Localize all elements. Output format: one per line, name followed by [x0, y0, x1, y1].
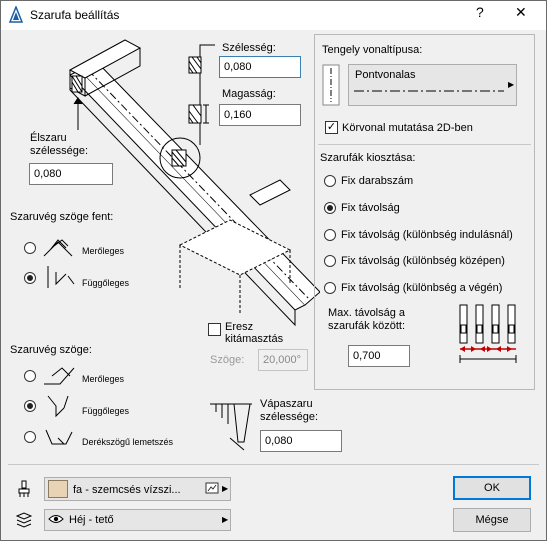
- angle-top-label: Szaruvég szöge fent:: [10, 211, 114, 223]
- max-distance-label-1: Max. távolság a: [328, 307, 406, 319]
- overhang-checkbox[interactable]: [208, 323, 221, 336]
- dist-diff-start-label: Fix távolság (különbség indulásnál): [341, 229, 513, 241]
- width-label: Szélesség:: [222, 42, 276, 54]
- vertical-top-icon: [47, 266, 75, 288]
- height-icon: [188, 104, 209, 124]
- angle-bottom-vertical-label: Függőleges: [82, 406, 130, 416]
- cancel-button[interactable]: Mégse: [453, 508, 531, 532]
- eaves-width-input[interactable]: [29, 163, 113, 185]
- angle-top-perpendicular-radio[interactable]: [24, 242, 36, 254]
- max-distance-label-2: szarufák között:: [328, 320, 406, 332]
- material-swatch: [48, 480, 68, 498]
- dist-fixed-distance-radio[interactable]: [324, 202, 336, 214]
- valley-width-label-1: Vápaszaru: [260, 398, 313, 410]
- overhang-angle-input[interactable]: [258, 349, 308, 371]
- eaves-width-label-2: szélessége:: [30, 145, 89, 157]
- show-outline-checkbox[interactable]: ✓: [325, 121, 338, 134]
- overhang-angle-label: Szöge:: [210, 354, 245, 366]
- dist-fixed-count-label: Fix darabszám: [341, 175, 414, 187]
- dist-diff-end-label: Fix távolság (különbség a végén): [341, 282, 503, 294]
- window-title: Szarufa beállítás: [30, 8, 120, 22]
- valley-width-input[interactable]: [260, 430, 342, 452]
- material-dropdown-arrow-icon: ▶: [222, 484, 229, 493]
- vertical-bottom-icon: [47, 395, 69, 418]
- width-input[interactable]: [219, 56, 301, 78]
- layer-dropdown-arrow-icon: ▶: [222, 515, 229, 524]
- overhang-label-1: Eresz: [225, 321, 254, 333]
- dist-fixed-count-radio[interactable]: [324, 175, 336, 187]
- dist-diff-middle-label: Fix távolság (különbség középen): [341, 255, 505, 267]
- perpendicular-top-icon: [43, 239, 73, 257]
- angle-bottom-label: Szaruvég szöge:: [10, 344, 92, 356]
- valley-rafter-icon: [210, 403, 252, 451]
- angle-top-vertical-label: Függőleges: [82, 278, 130, 288]
- height-input[interactable]: [219, 104, 301, 126]
- material-name: fa - szemcsés vízszi...: [73, 484, 181, 496]
- dist-fixed-distance-label: Fix távolság: [341, 202, 400, 214]
- perpendicular-bottom-icon: [44, 367, 75, 385]
- distribution-label: Szarufák kiosztása:: [320, 152, 416, 164]
- angle-bottom-perpendicular-label: Merőleges: [82, 374, 125, 384]
- angle-bottom-square-cut-radio[interactable]: [24, 431, 36, 443]
- square-cut-icon: [45, 429, 73, 445]
- close-button[interactable]: ✕: [515, 4, 527, 21]
- material-settings-icon: [205, 482, 219, 494]
- dist-diff-start-radio[interactable]: [324, 229, 336, 241]
- eaves-width-label-1: Élszaru: [30, 132, 67, 144]
- axis-line-icon: [322, 64, 340, 106]
- width-icon: [188, 56, 202, 74]
- linetype-dropdown-arrow-icon: ▶: [508, 80, 515, 89]
- linetype-value: Pontvonalas: [355, 69, 416, 81]
- linetype-preview: [354, 90, 504, 92]
- ok-button[interactable]: OK: [453, 476, 531, 500]
- footer-divider: [8, 464, 539, 465]
- angle-bottom-vertical-radio[interactable]: [24, 400, 36, 412]
- help-button[interactable]: ?: [476, 4, 484, 20]
- height-label: Magasság:: [222, 88, 276, 100]
- valley-width-label-2: szélessége:: [260, 411, 319, 423]
- angle-bottom-perpendicular-radio[interactable]: [24, 370, 36, 382]
- max-distance-input[interactable]: [348, 345, 410, 367]
- show-outline-label: Körvonal mutatása 2D-ben: [342, 122, 473, 134]
- layers-icon: [15, 512, 33, 528]
- dist-diff-middle-radio[interactable]: [324, 255, 336, 267]
- group-divider: [318, 144, 531, 145]
- angle-bottom-square-cut-label: Derékszögű lemetszés: [82, 437, 174, 447]
- rafter-spacing-icon: [459, 304, 517, 363]
- axis-linetype-label: Tengely vonaltípusa:: [322, 44, 423, 56]
- layer-name: Héj - tető: [69, 514, 114, 526]
- brush-icon: [18, 480, 30, 497]
- dist-diff-end-radio[interactable]: [324, 282, 336, 294]
- angle-top-perpendicular-label: Merőleges: [82, 246, 125, 256]
- overhang-label-2: kitámasztás: [225, 333, 284, 345]
- archicad-app-icon: [8, 6, 24, 23]
- angle-top-vertical-radio[interactable]: [24, 272, 36, 284]
- eye-icon: [48, 515, 64, 523]
